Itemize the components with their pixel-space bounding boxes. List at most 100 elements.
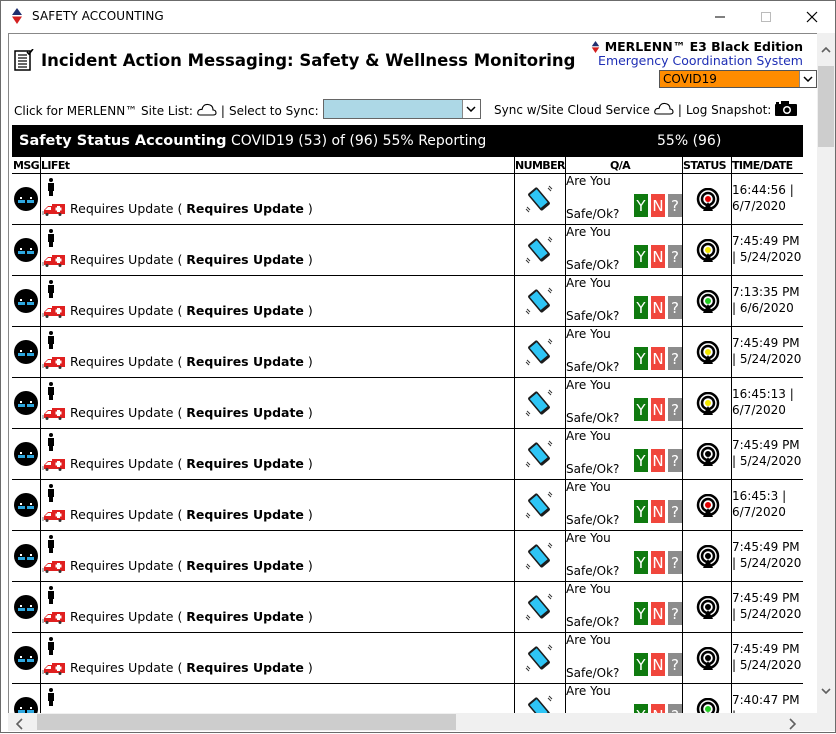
minimize-button[interactable]	[697, 1, 743, 32]
scroll-right-icon[interactable]	[788, 715, 797, 734]
answer-yes-button[interactable]: Y	[634, 194, 648, 217]
answer-no-button[interactable]: N	[651, 500, 665, 523]
column-status[interactable]: STATUS	[683, 159, 727, 172]
table-row[interactable]: Requires Update ( Requires Update ) Are …	[12, 429, 803, 480]
vibrating-phone-icon[interactable]	[524, 184, 554, 214]
answer-unknown-button[interactable]: ?	[668, 602, 682, 625]
vibrating-phone-icon[interactable]	[524, 286, 554, 316]
answer-no-button[interactable]: N	[651, 194, 665, 217]
vibrating-phone-icon[interactable]	[524, 235, 554, 265]
answer-no-button[interactable]: N	[651, 398, 665, 421]
vibrating-phone-icon[interactable]	[524, 541, 554, 571]
answer-unknown-button[interactable]: ?	[668, 296, 682, 319]
vibrating-phone-icon[interactable]	[524, 592, 554, 622]
broadcast-status-icon[interactable]	[696, 239, 720, 263]
message-status-icon[interactable]	[14, 187, 38, 211]
close-button[interactable]	[789, 1, 835, 32]
answer-unknown-button[interactable]: ?	[668, 245, 682, 268]
answer-unknown-button[interactable]: ?	[668, 347, 682, 370]
broadcast-status-icon[interactable]	[696, 545, 720, 569]
answer-unknown-button[interactable]: ?	[668, 500, 682, 523]
broadcast-status-icon[interactable]	[696, 392, 720, 416]
message-status-icon[interactable]	[14, 595, 38, 619]
scroll-left-icon[interactable]	[15, 715, 24, 734]
message-status-icon[interactable]	[14, 238, 38, 262]
answer-no-button[interactable]: N	[651, 347, 665, 370]
answer-yes-button[interactable]: Y	[634, 500, 648, 523]
column-time[interactable]: TIME/DATE	[732, 159, 793, 172]
chevron-down-icon[interactable]	[799, 71, 816, 87]
table-row[interactable]: Requires Update ( Requires Update ) Are …	[12, 633, 803, 684]
maximize-button[interactable]	[743, 1, 789, 32]
column-life[interactable]: LIFEt	[41, 159, 70, 172]
message-status-icon[interactable]	[14, 340, 38, 364]
message-status-icon[interactable]	[14, 493, 38, 517]
site-list-cloud-icon[interactable]	[197, 103, 217, 119]
answer-no-button[interactable]: N	[651, 245, 665, 268]
table-row[interactable]: Requires Update ( Requires Update ) Are …	[12, 225, 803, 276]
scroll-up-icon[interactable]	[817, 43, 835, 57]
answer-unknown-button[interactable]: ?	[668, 449, 682, 472]
table-row[interactable]: Requires Update ( Requires Update ) Are …	[12, 174, 803, 225]
broadcast-status-icon[interactable]	[696, 341, 720, 365]
table-row[interactable]: Requires Update ( Requires Update ) Are …	[12, 531, 803, 582]
table-row[interactable]: Requires Update ( Requires Update ) Are …	[12, 480, 803, 531]
answer-yes-button[interactable]: Y	[634, 704, 648, 713]
answer-yes-button[interactable]: Y	[634, 653, 648, 676]
message-status-icon[interactable]	[14, 391, 38, 415]
broadcast-status-icon[interactable]	[696, 188, 720, 212]
camera-icon[interactable]	[775, 101, 798, 119]
message-status-icon[interactable]	[14, 697, 38, 713]
answer-unknown-button[interactable]: ?	[668, 551, 682, 574]
answer-no-button[interactable]: N	[651, 602, 665, 625]
answer-unknown-button[interactable]: ?	[668, 704, 682, 713]
message-status-icon[interactable]	[14, 544, 38, 568]
message-status-icon[interactable]	[14, 442, 38, 466]
answer-yes-button[interactable]: Y	[634, 347, 648, 370]
broadcast-status-icon[interactable]	[696, 596, 720, 620]
vibrating-phone-icon[interactable]	[524, 694, 554, 713]
answer-no-button[interactable]: N	[651, 704, 665, 713]
answer-unknown-button[interactable]: ?	[668, 653, 682, 676]
broadcast-status-icon[interactable]	[696, 698, 720, 713]
answer-yes-button[interactable]: Y	[634, 245, 648, 268]
column-msg[interactable]: MSG	[13, 159, 40, 172]
answer-yes-button[interactable]: Y	[634, 602, 648, 625]
event-select[interactable]: COVID19	[659, 70, 817, 88]
vibrating-phone-icon[interactable]	[524, 439, 554, 469]
answer-no-button[interactable]: N	[651, 653, 665, 676]
answer-no-button[interactable]: N	[651, 551, 665, 574]
scroll-down-icon[interactable]	[817, 684, 835, 698]
vertical-scrollbar[interactable]	[817, 33, 835, 713]
answer-yes-button[interactable]: Y	[634, 296, 648, 319]
table-row[interactable]: Requires Update ( Requires Update ) Are …	[12, 582, 803, 633]
table-row[interactable]: Requires Update ( Requires Update ) Are …	[12, 327, 803, 378]
column-number[interactable]: NUMBER	[515, 159, 565, 172]
broadcast-status-icon[interactable]	[696, 494, 720, 518]
answer-unknown-button[interactable]: ?	[668, 398, 682, 421]
broadcast-status-icon[interactable]	[696, 443, 720, 467]
vibrating-phone-icon[interactable]	[524, 490, 554, 520]
answer-unknown-button[interactable]: ?	[668, 194, 682, 217]
table-row[interactable]: Requires Update ( Requires Update ) Are …	[12, 378, 803, 429]
broadcast-status-icon[interactable]	[696, 647, 720, 671]
table-row[interactable]: Requires Update ( Requires Update ) Are …	[12, 684, 803, 713]
answer-no-button[interactable]: N	[651, 449, 665, 472]
horizontal-scrollbar[interactable]	[8, 713, 817, 731]
cloud-sync-icon[interactable]	[654, 102, 674, 118]
answer-yes-button[interactable]: Y	[634, 398, 648, 421]
vertical-scroll-thumb[interactable]	[818, 66, 834, 147]
answer-no-button[interactable]: N	[651, 296, 665, 319]
column-qa[interactable]: Q/A	[610, 159, 631, 172]
broadcast-status-icon[interactable]	[696, 290, 720, 314]
vibrating-phone-icon[interactable]	[524, 643, 554, 673]
message-status-icon[interactable]	[14, 646, 38, 670]
vibrating-phone-icon[interactable]	[524, 337, 554, 367]
vibrating-phone-icon[interactable]	[524, 388, 554, 418]
horizontal-scroll-thumb[interactable]	[37, 714, 456, 730]
sync-select[interactable]	[322, 99, 481, 119]
table-row[interactable]: Requires Update ( Requires Update ) Are …	[12, 276, 803, 327]
chevron-down-icon[interactable]	[461, 100, 480, 118]
message-status-icon[interactable]	[14, 289, 38, 313]
answer-yes-button[interactable]: Y	[634, 551, 648, 574]
